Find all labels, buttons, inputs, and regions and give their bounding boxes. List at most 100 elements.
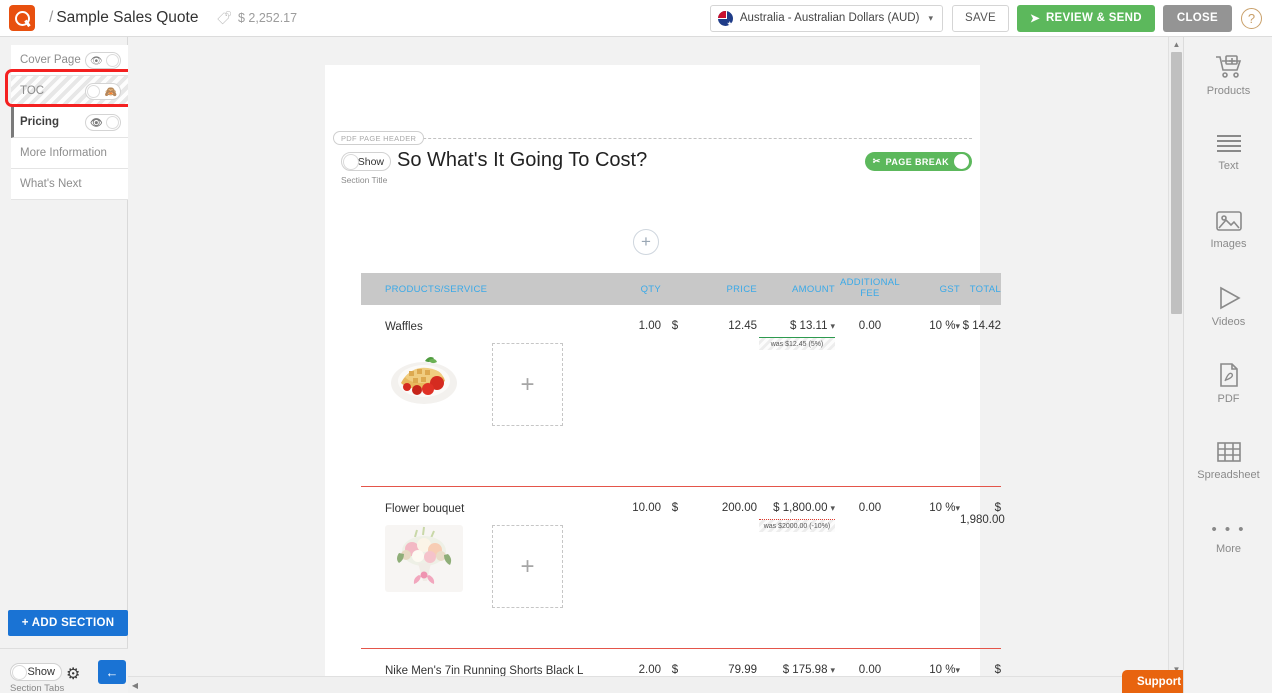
sidebar-item-whats-next[interactable]: What's Next: [11, 169, 128, 200]
text-lines-icon: [1215, 133, 1243, 155]
toolbar-actions: Australia - Australian Dollars (AUD) ▾ S…: [710, 5, 1272, 32]
section-show-toggle[interactable]: Show: [341, 152, 391, 171]
sidebar-item-cover-page[interactable]: Cover Page 👁: [11, 45, 128, 76]
tool-text[interactable]: Text: [1184, 114, 1272, 191]
horizontal-scrollbar[interactable]: ◀ ▶: [128, 676, 1183, 693]
vertical-scrollbar[interactable]: ▲ ▼: [1168, 37, 1183, 676]
sidebar-item-more-information[interactable]: More Information: [11, 138, 128, 169]
tool-more[interactable]: • • • More: [1184, 499, 1272, 576]
column-header-additional-fee: ADDITIONAL FEE: [835, 278, 905, 300]
currency-label: Australia - Australian Dollars (AUD): [740, 12, 920, 24]
sidebar-item-label: Pricing: [20, 116, 59, 128]
sidebar-item-toc[interactable]: TOC 🙈: [11, 76, 128, 107]
add-content-button[interactable]: +: [633, 229, 659, 255]
vertical-scroll-thumb[interactable]: [1171, 52, 1182, 314]
table-row[interactable]: Nike Men's 7in Running Shorts Black L 2.…: [361, 649, 1001, 676]
row-images: +: [385, 343, 563, 426]
row-gst-value: 10 %: [929, 502, 955, 514]
quote-total-value: $ 2,252.17: [238, 11, 297, 25]
row-additional-fee[interactable]: 0.00: [835, 502, 905, 648]
tool-videos[interactable]: Videos: [1184, 268, 1272, 345]
section-heading[interactable]: So What's It Going To Cost?: [397, 149, 647, 172]
row-gst[interactable]: 10 %▾: [905, 320, 960, 486]
row-additional-fee[interactable]: 0.00: [835, 664, 905, 676]
table-row[interactable]: Flower bouquet 10.00 $ 200.00 $ 1,800.00…: [361, 487, 1001, 649]
eye-icon: 👁: [90, 116, 103, 131]
close-button[interactable]: CLOSE: [1163, 5, 1232, 32]
waffles-photo[interactable]: [385, 343, 463, 410]
flower-bouquet-photo[interactable]: [385, 525, 463, 592]
eye-icon: 👁: [90, 54, 103, 69]
sidebar-footer: Show Section Tabs ⚙ ←: [0, 648, 128, 693]
tag-icon: 🏷: [216, 10, 233, 26]
scissors-icon: ✂: [873, 156, 881, 167]
settings-gear-icon[interactable]: ⚙: [66, 664, 80, 684]
sidebar-item-pricing[interactable]: Pricing 👁: [11, 107, 128, 138]
tool-products[interactable]: Products: [1184, 37, 1272, 114]
column-header-gst: GST: [905, 284, 960, 295]
tool-pdf[interactable]: PDF: [1184, 345, 1272, 422]
visibility-toggle-pricing[interactable]: 👁: [85, 114, 121, 131]
row-gst[interactable]: 10 %▾: [905, 664, 960, 676]
row-qty[interactable]: 1.00: [586, 320, 661, 486]
row-amount-cell[interactable]: $ 13.11 ▾ was $12.45 (5%): [757, 320, 835, 486]
tool-label: Images: [1210, 238, 1246, 250]
products-cart-icon: [1214, 54, 1244, 80]
videos-play-icon: [1215, 285, 1243, 311]
visibility-toggle-cover-page[interactable]: 👁: [85, 52, 121, 69]
scroll-up-icon[interactable]: ▲: [1169, 37, 1184, 51]
column-header-price: PRICE: [689, 284, 757, 295]
row-amount-cell[interactable]: $ 1,800.00 ▾ was $2000.00 (-10%): [757, 502, 835, 648]
toggle-knob: [954, 154, 969, 169]
row-qty[interactable]: 10.00: [586, 502, 661, 648]
row-total: $ 193.58: [960, 664, 1001, 676]
save-button[interactable]: SAVE: [952, 5, 1009, 32]
app-logo-icon[interactable]: [9, 5, 35, 31]
row-amount-cell[interactable]: $ 175.98 ▾ was $159.98 (10%): [757, 664, 835, 676]
document-title[interactable]: /Sample Sales Quote: [49, 9, 198, 27]
section-tabs-toggle[interactable]: Show: [10, 663, 62, 681]
tool-spreadsheet[interactable]: Spreadsheet: [1184, 422, 1272, 499]
table-header-row: PRODUCTS/SERVICE QTY PRICE AMOUNT ADDITI…: [361, 273, 1001, 305]
row-amount: $ 1,800.00: [773, 502, 827, 514]
toggle-knob: [106, 116, 119, 129]
toggle-knob: [106, 54, 119, 67]
breadcrumb-slash: /: [49, 9, 53, 26]
chevron-down-icon[interactable]: ▾: [830, 321, 835, 332]
chevron-down-icon[interactable]: ▾: [830, 665, 835, 676]
add-image-button[interactable]: +: [492, 343, 563, 426]
visibility-toggle-toc[interactable]: 🙈: [85, 83, 121, 100]
row-price[interactable]: 79.99: [689, 664, 757, 676]
page-break-toggle[interactable]: ✂ PAGE BREAK: [865, 152, 972, 171]
toggle-knob: [343, 154, 359, 170]
australia-flag-icon: [718, 11, 733, 26]
scroll-left-icon[interactable]: ◀: [128, 677, 142, 693]
row-gst[interactable]: 10 %▾: [905, 502, 960, 648]
table-row[interactable]: Waffles 1.00 $ 12.45 $ 13.11 ▾ was $12.4…: [361, 305, 1001, 487]
row-product-name[interactable]: Nike Men's 7in Running Shorts Black L: [361, 664, 586, 676]
row-additional-fee[interactable]: 0.00: [835, 320, 905, 486]
row-price[interactable]: 12.45: [689, 320, 757, 486]
collapse-sidebar-button[interactable]: ←: [98, 660, 126, 684]
row-total: $ 1,980.00: [960, 502, 1001, 648]
tool-label: Text: [1218, 160, 1238, 172]
row-was-price: was $2000.00 (-10%): [759, 519, 835, 532]
review-and-send-label: REVIEW & SEND: [1046, 12, 1142, 24]
review-and-send-button[interactable]: ➤ REVIEW & SEND: [1017, 5, 1155, 32]
section-show-label: Show: [358, 156, 384, 168]
row-price[interactable]: 200.00: [689, 502, 757, 648]
quote-page: PDF PAGE HEADER Show Section Title So Wh…: [325, 65, 980, 676]
pricing-table: PRODUCTS/SERVICE QTY PRICE AMOUNT ADDITI…: [361, 273, 1001, 676]
section-title-caption: Section Title: [341, 175, 387, 185]
add-section-button[interactable]: + ADD SECTION: [8, 610, 128, 636]
add-image-button[interactable]: +: [492, 525, 563, 608]
currency-selector[interactable]: Australia - Australian Dollars (AUD) ▾: [710, 5, 943, 32]
sections-sidebar: Cover Page 👁 TOC 🙈 Pricing 👁 More Inform…: [0, 37, 128, 693]
eye-slash-icon: 🙈: [105, 85, 117, 100]
chevron-down-icon[interactable]: ▾: [830, 503, 835, 514]
help-icon[interactable]: ?: [1241, 8, 1262, 29]
quote-total-tag[interactable]: 🏷 $ 2,252.17: [216, 10, 297, 26]
tool-images[interactable]: Images: [1184, 191, 1272, 268]
row-qty[interactable]: 2.00: [586, 664, 661, 676]
row-gst-value: 10 %: [929, 320, 955, 332]
